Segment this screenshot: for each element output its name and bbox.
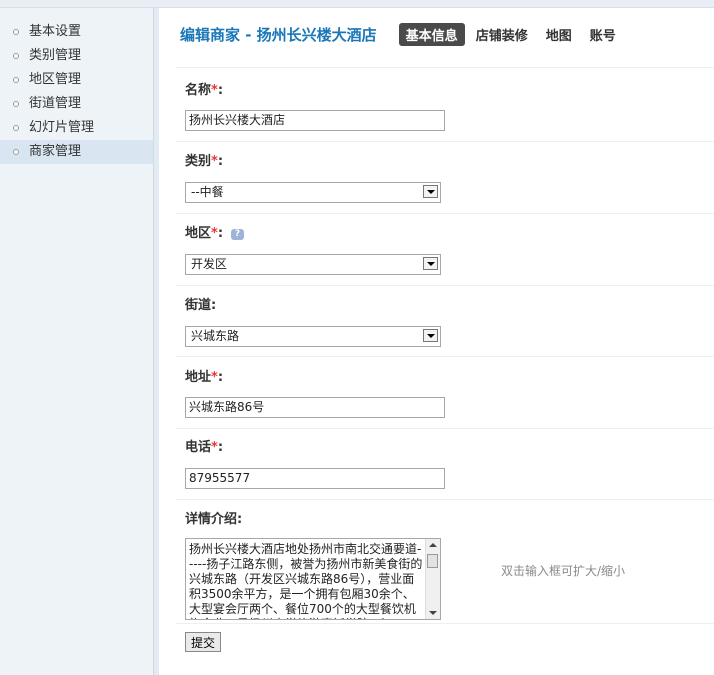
sidebar: 基本设置 类别管理 地区管理 街道管理 幻灯片管理 商家管理 — [0, 8, 159, 675]
category-select-value: --中餐 — [191, 185, 224, 199]
category-select[interactable]: --中餐 — [185, 182, 441, 203]
sidebar-item-label: 街道管理 — [29, 96, 82, 111]
address-input[interactable]: 兴城东路86号 — [185, 397, 445, 418]
detail-label: 详情介绍: — [185, 512, 243, 527]
sidebar-item-label: 基本设置 — [29, 24, 82, 39]
tab-bar: 基本信息 店铺装修 地图 账号 — [398, 22, 627, 46]
sidebar-item-region[interactable]: 地区管理 — [0, 68, 153, 92]
chevron-down-icon[interactable] — [423, 257, 438, 270]
bullet-icon — [13, 77, 19, 83]
detail-textarea[interactable]: 扬州长兴楼大酒店地处扬州市南北交通要道-----扬子江路东侧，被誉为扬州市新美食… — [185, 538, 441, 620]
bullet-icon — [13, 101, 19, 107]
phone-label: 电话*: — [185, 440, 224, 455]
chevron-down-icon[interactable] — [423, 329, 438, 342]
sidebar-item-basic-settings[interactable]: 基本设置 — [0, 20, 153, 44]
divider — [176, 623, 714, 624]
required-mark: * — [211, 83, 218, 98]
street-label: 街道: — [185, 298, 217, 313]
required-mark: * — [211, 440, 218, 455]
textarea-scrollbar[interactable] — [425, 539, 440, 619]
sidebar-item-merchant[interactable]: 商家管理 — [0, 140, 153, 164]
divider — [176, 67, 714, 68]
divider — [176, 499, 714, 500]
submit-button[interactable]: 提交 — [185, 632, 222, 652]
required-mark: * — [211, 370, 218, 385]
tab-basic-info[interactable]: 基本信息 — [398, 22, 465, 46]
top-strip — [0, 0, 714, 8]
sidebar-menu: 基本设置 类别管理 地区管理 街道管理 幻灯片管理 商家管理 — [0, 20, 153, 164]
scroll-down-icon[interactable] — [426, 606, 440, 619]
bullet-icon — [13, 125, 19, 131]
divider — [176, 428, 714, 429]
divider — [176, 213, 714, 214]
phone-input[interactable]: 87955577 — [185, 468, 445, 489]
street-select[interactable]: 兴城东路 — [185, 326, 441, 347]
page-header: 编辑商家 - 扬州长兴楼大酒店 基本信息 店铺装修 地图 账号 — [180, 22, 627, 46]
sidebar-item-label: 地区管理 — [29, 72, 82, 87]
address-label: 地址*: — [185, 370, 224, 385]
required-mark: * — [211, 226, 218, 241]
region-select[interactable]: 开发区 — [185, 254, 441, 275]
page-title: 编辑商家 - 扬州长兴楼大酒店 — [180, 25, 377, 44]
sidebar-item-slideshow[interactable]: 幻灯片管理 — [0, 116, 153, 140]
textarea-hint: 双击输入框可扩大/缩小 — [501, 564, 626, 578]
name-input[interactable]: 扬州长兴楼大酒店 — [185, 110, 445, 131]
sidebar-item-label: 商家管理 — [29, 144, 82, 159]
street-select-value: 兴城东路 — [191, 329, 240, 343]
bullet-icon — [13, 29, 19, 35]
divider — [176, 285, 714, 286]
region-select-value: 开发区 — [191, 257, 228, 271]
sidebar-item-label: 类别管理 — [29, 48, 82, 63]
tab-account[interactable]: 账号 — [583, 23, 623, 46]
sidebar-item-street[interactable]: 街道管理 — [0, 92, 153, 116]
sidebar-edge — [154, 8, 159, 675]
scroll-thumb[interactable] — [427, 554, 438, 568]
detail-text: 扬州长兴楼大酒店地处扬州市南北交通要道-----扬子江路东侧，被誉为扬州市新美食… — [189, 542, 423, 619]
help-icon[interactable]: ? — [231, 229, 245, 240]
sidebar-item-category[interactable]: 类别管理 — [0, 44, 153, 68]
chevron-down-icon[interactable] — [423, 185, 438, 198]
name-label: 名称*: — [185, 83, 224, 98]
region-label: 地区*:? — [185, 222, 245, 241]
sidebar-item-label: 幻灯片管理 — [29, 120, 95, 135]
main-content: 编辑商家 - 扬州长兴楼大酒店 基本信息 店铺装修 地图 账号 名称*: 扬州长… — [160, 8, 714, 675]
bullet-icon — [13, 149, 19, 155]
tab-map[interactable]: 地图 — [539, 23, 579, 46]
divider — [176, 141, 714, 142]
tab-shop-decoration[interactable]: 店铺装修 — [469, 23, 535, 46]
divider — [176, 356, 714, 357]
bullet-icon — [13, 53, 19, 59]
required-mark: * — [211, 154, 218, 169]
scroll-up-icon[interactable] — [426, 539, 440, 552]
category-label: 类别*: — [185, 154, 224, 169]
